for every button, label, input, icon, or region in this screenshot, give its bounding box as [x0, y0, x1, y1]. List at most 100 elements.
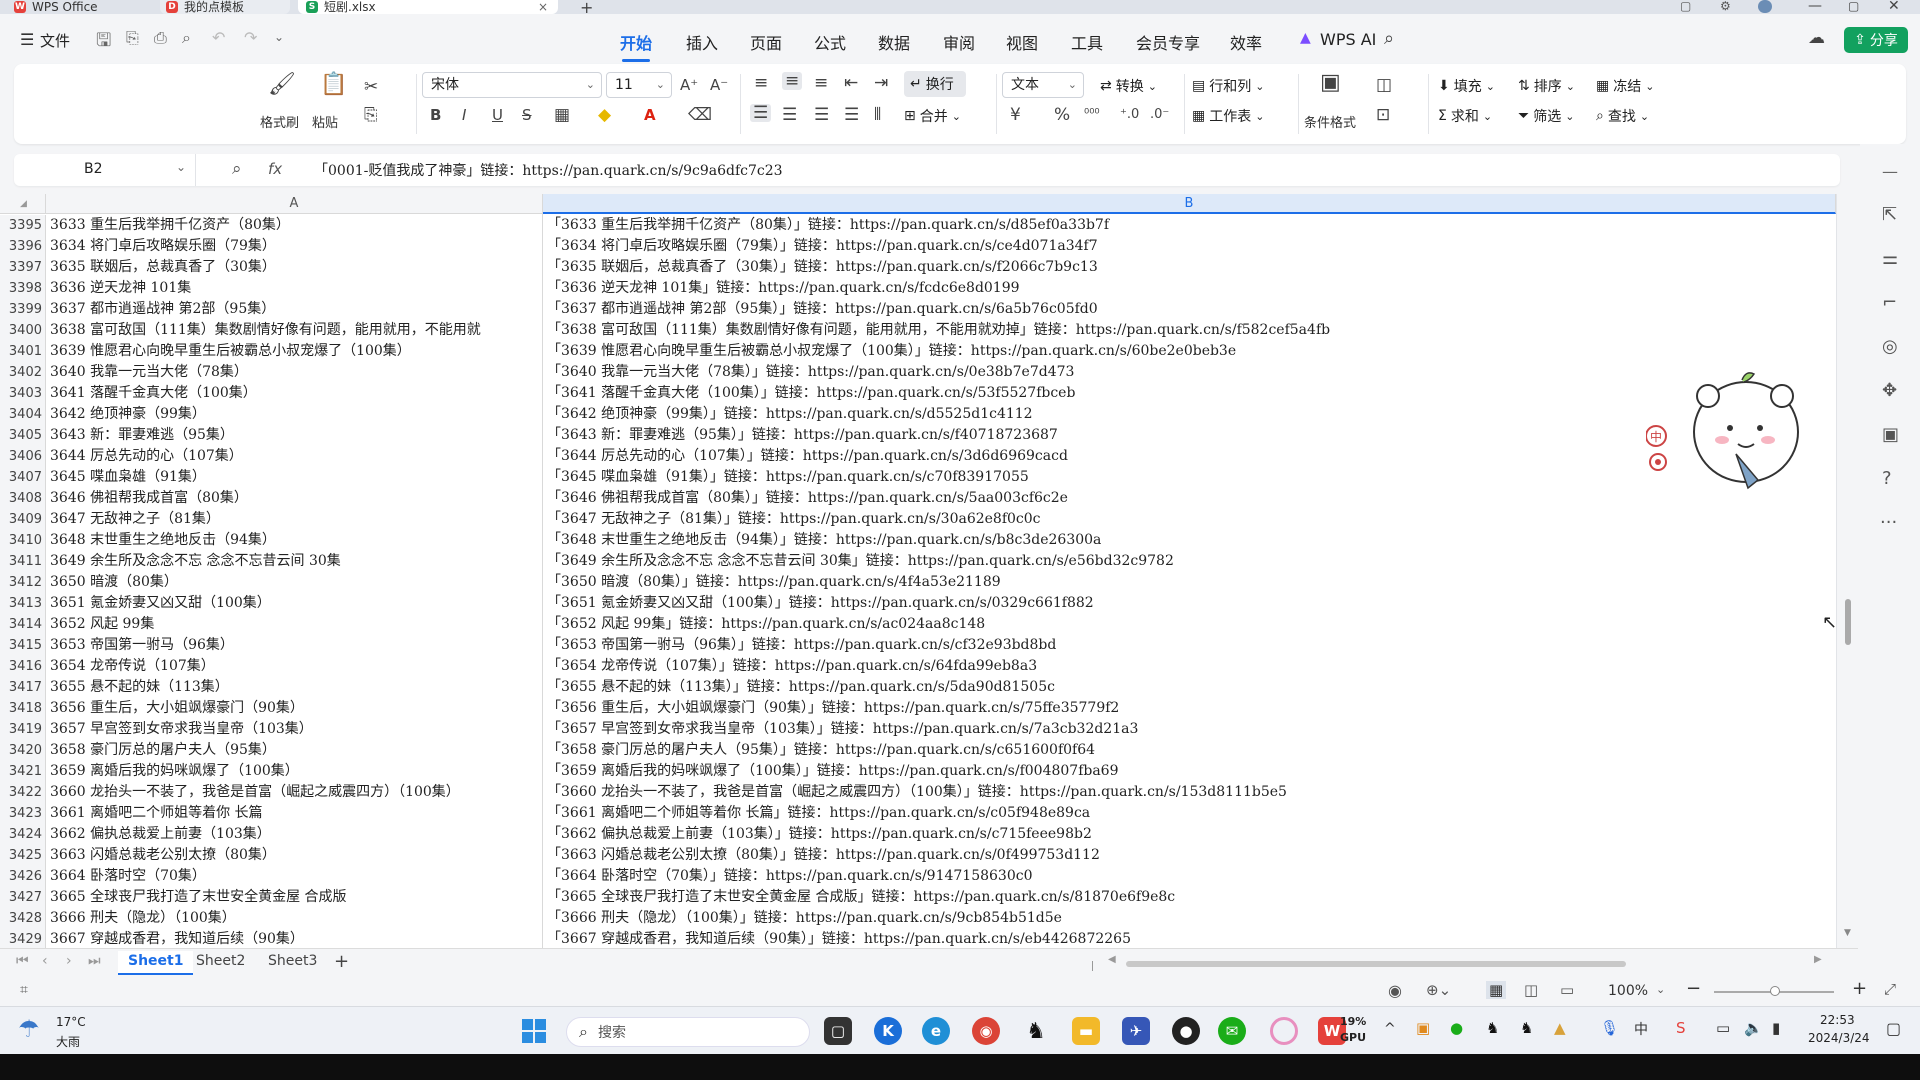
name-box[interactable]: B2 ⌄	[14, 154, 196, 186]
paste-icon[interactable]: 📋	[320, 74, 347, 96]
cell-b[interactable]: 「3647 无敌神之子（81集）」链接：https://pan.quark.cn…	[543, 509, 1836, 530]
tray-wps-icon[interactable]: S	[1676, 1019, 1686, 1037]
row-header[interactable]: 3422	[0, 782, 46, 803]
select-all-corner[interactable]: ◢	[0, 194, 46, 214]
cell-b[interactable]: 「3645 喋血枭雄（91集）」链接：https://pan.quark.cn/…	[543, 467, 1836, 488]
tray-qq2-icon[interactable]: ♞	[1520, 1019, 1533, 1037]
cell-b[interactable]: 「3635 联姻后，总裁真香了（30集）」链接：https://pan.quar…	[543, 257, 1836, 278]
underline-icon[interactable]: U	[492, 106, 503, 124]
cell-a[interactable]: 3634 将门卓后攻略娱乐圈（79集）	[46, 236, 542, 257]
cell-b[interactable]: 「3638 富可敌国（111集）集数剧情好像有问题，能用就用，不能用就劝掉」链接…	[543, 320, 1836, 341]
row-header[interactable]: 3405	[0, 425, 46, 446]
cell-b[interactable]: 「3649 余生所及念念不忘 念念不忘昔云间 30集」链接：https://pa…	[543, 551, 1836, 572]
bold-icon[interactable]: B	[430, 106, 441, 124]
zoom-slider-handle[interactable]	[1770, 986, 1780, 996]
font-color-icon[interactable]: A	[644, 106, 656, 124]
export-icon[interactable]: ⎘	[126, 28, 139, 48]
cell-a[interactable]: 3651 氪金娇妻又凶又甜（100集）	[46, 593, 542, 614]
cell-b[interactable]: 「3636 逆天龙神 101集」链接：https://pan.quark.cn/…	[543, 278, 1836, 299]
file-menu[interactable]: 文件	[40, 30, 70, 51]
zoom-out-icon[interactable]: −	[1686, 978, 1701, 999]
row-header[interactable]: 3396	[0, 236, 46, 257]
row-header[interactable]: 3399	[0, 299, 46, 320]
menu-member[interactable]: 会员专享	[1136, 30, 1200, 54]
menu-review[interactable]: 审阅	[943, 30, 975, 54]
print-icon[interactable]: ⎙	[154, 28, 167, 48]
tray-cat-icon[interactable]: ▲	[1554, 1019, 1566, 1037]
app-icon[interactable]: ✈	[1122, 1017, 1150, 1045]
menu-page[interactable]: 页面	[750, 30, 782, 54]
copy-icon[interactable]: ⎘	[364, 106, 378, 124]
formula-input[interactable]: 「0001-贬值我成了神豪」链接：https://pan.quark.cn/s/…	[314, 160, 783, 180]
tray-wechat-icon[interactable]: ●	[1450, 1019, 1463, 1037]
indent-icon[interactable]: ⇥	[874, 74, 888, 92]
cell-b[interactable]: 「3641 落醒千金真大佬（100集）」链接：https://pan.quark…	[543, 383, 1836, 404]
cell-b[interactable]: 「3642 绝顶神豪（99集）」链接：https://pan.quark.cn/…	[543, 404, 1836, 425]
row-header[interactable]: 3426	[0, 866, 46, 887]
cell-a[interactable]: 3636 逆天龙神 101集	[46, 278, 542, 299]
sum-button[interactable]: Σ 求和 ⌄	[1438, 106, 1492, 126]
cell-b[interactable]: 「3663 闪婚总裁老公别太撩（80集）」链接：https://pan.quar…	[543, 845, 1836, 866]
property-icon[interactable]: ▣	[1882, 424, 1899, 445]
column-header-a[interactable]: A	[46, 194, 543, 214]
cell-a[interactable]: 3650 暗渡（80集）	[46, 572, 542, 593]
tray-qq-icon[interactable]: ♞	[1486, 1019, 1499, 1037]
minimize-icon[interactable]: —	[1808, 0, 1822, 14]
row-header[interactable]: 3402	[0, 362, 46, 383]
cell-b[interactable]: 「3643 新：罪妻难逃（95集）」链接：https://pan.quark.c…	[543, 425, 1836, 446]
row-header[interactable]: 3423	[0, 803, 46, 824]
cell-a[interactable]: 3663 闪婚总裁老公别太撩（80集）	[46, 845, 542, 866]
redo-icon[interactable]: ↷	[244, 28, 257, 47]
input-method-icon[interactable]: 中	[1634, 1019, 1648, 1039]
row-header[interactable]: 3412	[0, 572, 46, 593]
maximize-icon[interactable]: ▢	[1848, 0, 1859, 13]
pointer-tool-icon[interactable]: ⇱	[1882, 204, 1897, 225]
add-sheet-icon[interactable]: +	[334, 951, 349, 972]
row-header[interactable]: 3404	[0, 404, 46, 425]
align-top-icon[interactable]: ≡	[754, 74, 768, 92]
scroll-left-icon[interactable]: ◀	[1108, 954, 1116, 965]
fill-color-icon[interactable]: ◆	[598, 106, 611, 124]
convert-button[interactable]: ⇄ 转换 ⌄	[1100, 76, 1157, 96]
column-header-b[interactable]: B	[543, 194, 1836, 214]
cell-a[interactable]: 3644 厉总先动的心（107集）	[46, 446, 542, 467]
zoom-level[interactable]: 100%	[1608, 983, 1648, 999]
row-header[interactable]: 3415	[0, 635, 46, 656]
cell-b[interactable]: 「3666 刑夫（隐龙）（100集）」链接：https://pan.quark.…	[543, 908, 1836, 929]
freeze-button[interactable]: ▦ 冻结 ⌄	[1596, 76, 1654, 96]
row-header[interactable]: 3403	[0, 383, 46, 404]
row-header[interactable]: 3395	[0, 215, 46, 236]
page-break-view-icon[interactable]: ◫	[1524, 981, 1538, 999]
windows-start-icon[interactable]	[522, 1019, 546, 1043]
cell-b[interactable]: 「3658 豪门厉总的屠户夫人（95集）」链接：https://pan.quar…	[543, 740, 1836, 761]
menu-wps-ai[interactable]: WPS AI	[1320, 30, 1376, 49]
cell-a[interactable]: 3638 富可敌国（111集）集数剧情好像有问题，能用就用，不能用就	[46, 320, 542, 341]
row-header[interactable]: 3406	[0, 446, 46, 467]
row-header[interactable]: 3408	[0, 488, 46, 509]
scrollbar-thumb[interactable]	[1845, 599, 1851, 645]
cell-b[interactable]: 「3661 离婚吧二个师姐等着你 长篇」链接：https://pan.quark…	[543, 803, 1836, 824]
cell-b[interactable]: 「3665 全球丧尸我打造了末世安全黄金屋 合成版」链接：https://pan…	[543, 887, 1836, 908]
cell-b[interactable]: 「3657 早宫签到女帝求我当皇帝（103集）」链接：https://pan.q…	[543, 719, 1836, 740]
merge-button[interactable]: ⊞ 合并 ⌄	[904, 106, 961, 126]
clock-time[interactable]: 22:53	[1820, 1013, 1855, 1027]
align-center-icon[interactable]: ☰	[782, 106, 797, 124]
justify-icon[interactable]: ☰	[844, 106, 859, 124]
thousands-icon[interactable]: ⁰⁰⁰	[1084, 106, 1100, 124]
first-sheet-icon[interactable]: ⏮	[16, 953, 29, 969]
comment-icon[interactable]: ⌐	[1882, 292, 1897, 313]
row-header[interactable]: 3400	[0, 320, 46, 341]
row-header[interactable]: 3397	[0, 257, 46, 278]
tab-active-xlsx[interactable]: S 短剧.xlsx ×	[298, 0, 558, 14]
currency-icon[interactable]: ¥	[1010, 106, 1021, 124]
strikethrough-icon[interactable]: S	[522, 106, 532, 124]
row-header[interactable]: 3410	[0, 530, 46, 551]
cell-b[interactable]: 「3659 离婚后我的妈咪飒爆了（100集）」链接：https://pan.qu…	[543, 761, 1836, 782]
eye-protection-icon[interactable]: ◉	[1388, 981, 1402, 1000]
cell-a[interactable]: 3653 帝国第一驸马（96集）	[46, 635, 542, 656]
align-left-icon[interactable]: ☰	[750, 104, 772, 122]
clear-format-icon[interactable]: ⌫	[688, 106, 712, 124]
qq-icon[interactable]: ♞	[1022, 1017, 1050, 1045]
quick-access-dropdown-icon[interactable]: ⌄	[274, 30, 284, 44]
row-header[interactable]: 3428	[0, 908, 46, 929]
